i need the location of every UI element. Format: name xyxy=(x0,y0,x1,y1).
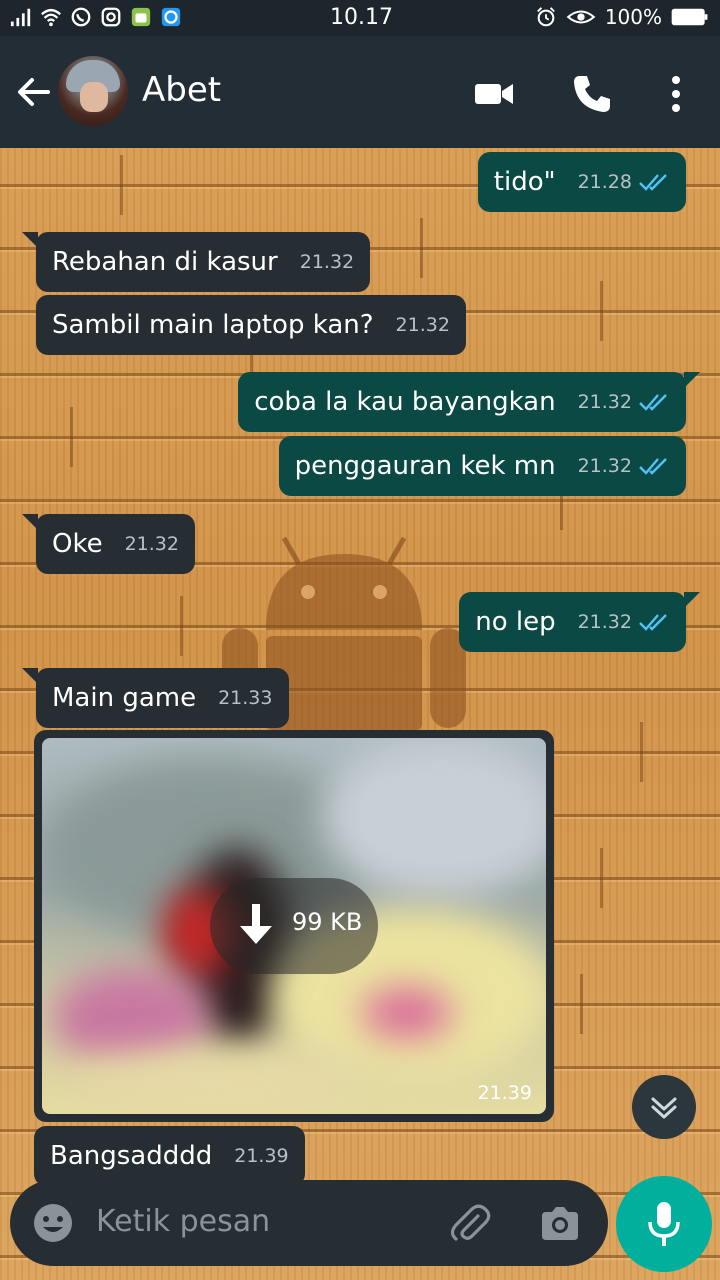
android-app-icon xyxy=(131,7,151,27)
message-bubble-incoming[interactable]: Oke 21.32 xyxy=(22,514,195,574)
wallpaper-plank-joint xyxy=(120,155,123,215)
eye-icon xyxy=(566,10,596,24)
phone-icon[interactable] xyxy=(570,72,614,116)
more-vert-icon[interactable] xyxy=(654,72,698,116)
message-text: Bangsadddd xyxy=(50,1140,213,1171)
message-bubble-incoming[interactable]: Rebahan di kasur 21.32 xyxy=(22,232,371,292)
message-time: 21.32 xyxy=(395,313,450,336)
blurred-image-preview[interactable]: 99 KB 21.39 xyxy=(42,738,546,1114)
contact-name[interactable]: Abet xyxy=(142,70,221,110)
emoji-icon[interactable] xyxy=(32,1202,74,1244)
message-input[interactable]: Ketik pesan xyxy=(96,1204,270,1239)
status-time: 10.17 xyxy=(330,5,393,30)
signal-icon xyxy=(10,8,31,27)
message-time: 21.32 xyxy=(577,454,632,477)
contact-avatar[interactable] xyxy=(58,56,128,126)
wallpaper-plank-joint xyxy=(640,722,643,782)
battery-icon xyxy=(671,8,708,26)
wallpaper-plank-joint xyxy=(580,974,583,1034)
message-time: 21.39 xyxy=(234,1144,289,1167)
message-text: Sambil main laptop kan? xyxy=(52,309,374,340)
camera-icon[interactable] xyxy=(538,1202,582,1246)
message-time: 21.32 xyxy=(299,250,355,273)
app-icon xyxy=(161,7,181,27)
attachment-icon[interactable] xyxy=(448,1202,492,1246)
wifi-icon xyxy=(41,8,61,27)
wallpaper-plank-joint xyxy=(600,848,603,908)
message-time: 21.32 xyxy=(577,610,632,633)
message-text: Rebahan di kasur xyxy=(52,246,278,277)
video-call-icon[interactable] xyxy=(472,72,516,116)
wallpaper-plank-joint xyxy=(600,281,603,341)
wallpaper-plank-joint xyxy=(180,596,183,656)
message-time: 21.39 xyxy=(477,1082,532,1104)
read-ticks-icon xyxy=(639,457,667,475)
message-text: coba la kau bayangkan xyxy=(254,386,556,417)
alarm-icon xyxy=(536,7,555,27)
message-bubble-incoming[interactable]: Main game 21.33 xyxy=(22,668,289,728)
wallpaper-plank-joint xyxy=(70,407,73,467)
image-message[interactable]: 99 KB 21.39 xyxy=(34,730,554,1122)
message-text: penggauran kek mn xyxy=(294,450,556,481)
message-time: 21.32 xyxy=(577,390,632,413)
message-text: no lep xyxy=(475,606,556,637)
download-button[interactable]: 99 KB xyxy=(210,878,378,974)
wallpaper-plank-joint xyxy=(420,218,423,278)
double-chevron-down-icon xyxy=(651,1097,677,1119)
read-ticks-icon xyxy=(639,173,667,191)
message-bubble-outgoing[interactable]: coba la kau bayangkan 21.32 xyxy=(238,372,700,432)
whatsapp-icon xyxy=(71,7,91,27)
scroll-to-bottom-button[interactable] xyxy=(632,1075,696,1139)
message-bubble-outgoing[interactable]: penggauran kek mn 21.32 xyxy=(278,436,686,496)
read-ticks-icon xyxy=(639,613,667,631)
status-bar: 10.17 100% xyxy=(0,0,720,36)
message-bubble-outgoing[interactable]: no lep 21.32 xyxy=(459,592,700,652)
message-text: tido" xyxy=(493,166,556,197)
back-arrow-icon[interactable] xyxy=(14,72,54,112)
file-size: 99 KB xyxy=(292,908,363,936)
message-bubble-incoming[interactable]: Sambil main laptop kan? 21.32 xyxy=(36,295,466,355)
microphone-icon xyxy=(648,1202,680,1246)
message-text: Main game xyxy=(52,682,197,713)
read-ticks-icon xyxy=(639,393,667,411)
message-time: 21.28 xyxy=(577,170,632,193)
message-time: 21.33 xyxy=(218,686,273,709)
message-input-bar[interactable]: Ketik pesan xyxy=(10,1180,608,1266)
battery-percent: 100% xyxy=(604,5,662,29)
voice-message-button[interactable] xyxy=(616,1176,712,1272)
message-bubble-outgoing[interactable]: tido" 21.28 xyxy=(477,152,686,212)
message-text: Oke xyxy=(52,528,103,559)
message-time: 21.32 xyxy=(124,532,179,555)
message-bubble-incoming[interactable]: Bangsadddd 21.39 xyxy=(34,1126,305,1186)
instagram-icon xyxy=(101,7,121,27)
chat-header: Abet xyxy=(0,36,720,148)
download-arrow-icon xyxy=(240,904,272,944)
